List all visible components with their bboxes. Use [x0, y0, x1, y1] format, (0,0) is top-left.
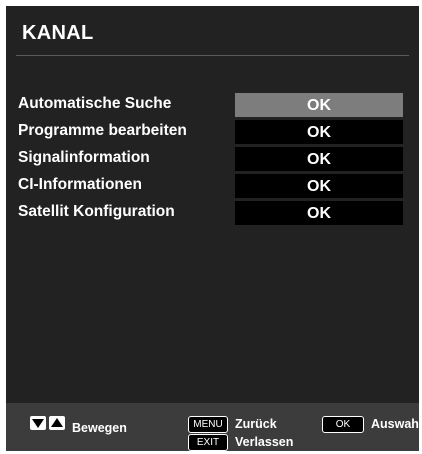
menu-item-label: CI-Informationen — [18, 176, 142, 193]
menu-item-ok-button[interactable]: OK — [235, 93, 403, 117]
menu-item-label: Automatische Suche — [18, 95, 172, 112]
menu-item-ok-button[interactable]: OK — [235, 174, 403, 198]
menu-item-label: Satellit Konfiguration — [18, 203, 175, 220]
ok-key[interactable]: OK — [322, 416, 364, 433]
menu-item-ok-button[interactable]: OK — [235, 201, 403, 225]
menu-item-label: Programme bearbeiten — [18, 122, 187, 139]
menu-item-ok-button[interactable]: OK — [235, 120, 403, 144]
menu-item-ok-button[interactable]: OK — [235, 147, 403, 171]
key-hint-bar: Bewegen MENU Zurück EXIT Verlassen OK Au… — [6, 403, 422, 451]
title-divider — [16, 55, 409, 56]
menu-item-automatic-search[interactable]: Automatische Suche OK — [6, 93, 419, 117]
up-arrow-icon — [49, 416, 65, 430]
move-hint-label: Bewegen — [72, 421, 127, 435]
down-arrow-icon — [30, 416, 46, 430]
menu-item-satellite-configuration[interactable]: Satellit Konfiguration OK — [6, 201, 419, 225]
menu-item-edit-programs[interactable]: Programme bearbeiten OK — [6, 120, 419, 144]
menu-item-signal-information[interactable]: Signalinformation OK — [6, 147, 419, 171]
menu-item-label: Signalinformation — [18, 149, 150, 166]
menu-key[interactable]: MENU — [188, 416, 228, 433]
exit-hint-label: Verlassen — [235, 435, 294, 449]
exit-key[interactable]: EXIT — [188, 434, 228, 451]
channel-menu-screen: KANAL Automatische Suche OK Programme be… — [6, 6, 422, 451]
select-hint-label: Auswahl — [371, 417, 422, 431]
menu-item-ci-information[interactable]: CI-Informationen OK — [6, 174, 419, 198]
back-hint-label: Zurück — [235, 417, 277, 431]
page-title: KANAL — [22, 22, 94, 44]
